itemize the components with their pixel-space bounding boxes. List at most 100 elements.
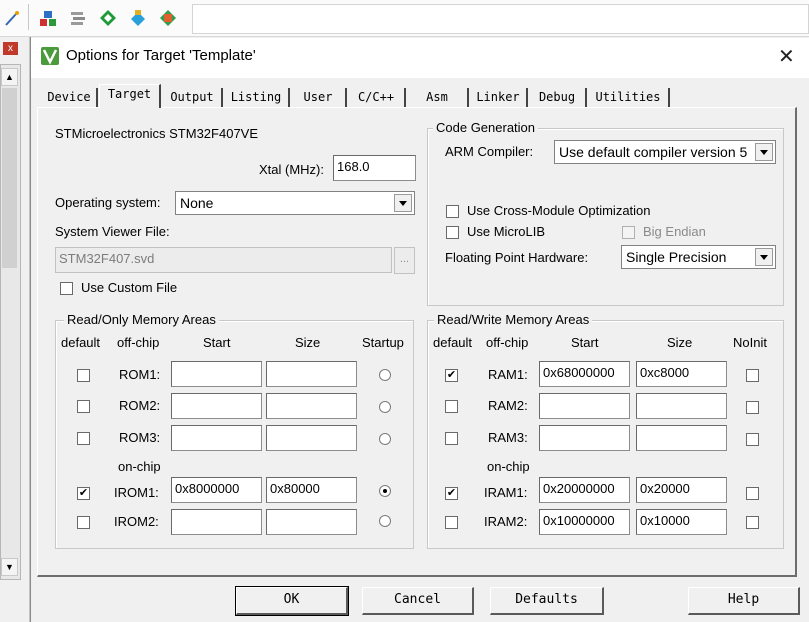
fpu-label: Floating Point Hardware: xyxy=(445,250,589,265)
iram1-start-input[interactable]: 0x20000000 xyxy=(539,477,630,503)
debug-diamond-icon[interactable] xyxy=(128,8,148,28)
irom1-default-checkbox[interactable]: ✔ xyxy=(77,487,90,500)
chevron-down-icon[interactable] xyxy=(755,143,773,161)
build-target-icon[interactable] xyxy=(38,8,58,28)
ram1-start-input[interactable]: 0x68000000 xyxy=(539,361,630,387)
microlib-checkbox[interactable] xyxy=(446,226,459,239)
rom1-default-checkbox[interactable] xyxy=(77,369,90,382)
scroll-down-button[interactable]: ▼ xyxy=(1,558,18,576)
rom1-start-input[interactable] xyxy=(171,361,262,387)
ram2-size-input[interactable] xyxy=(636,393,727,419)
close-icon[interactable]: ✕ xyxy=(778,44,795,69)
rom2-start-input[interactable] xyxy=(171,393,262,419)
rom3-default-checkbox[interactable] xyxy=(77,432,90,445)
toolbar-empty-area xyxy=(192,4,809,34)
ram2-default-checkbox[interactable] xyxy=(445,400,458,413)
ram3-label: RAM3: xyxy=(488,430,528,445)
svd-browse-button: ... xyxy=(394,247,415,274)
irom2-start-input[interactable] xyxy=(171,509,262,535)
scroll-up-button[interactable]: ▲ xyxy=(1,68,18,86)
code-generation-legend: Code Generation xyxy=(433,120,539,135)
rom2-startup-radio[interactable] xyxy=(379,401,391,413)
rom3-startup-radio[interactable] xyxy=(379,433,391,445)
rw-header-start: Start xyxy=(571,335,599,350)
cancel-button[interactable]: Cancel xyxy=(362,587,474,615)
ram2-start-input[interactable] xyxy=(539,393,630,419)
ram1-size-input[interactable]: 0xc8000 xyxy=(636,361,727,387)
rom3-label: ROM3: xyxy=(119,430,161,445)
rw-header-default: default xyxy=(433,335,473,350)
iram1-noinit-checkbox[interactable] xyxy=(746,487,759,500)
pack-installer-icon[interactable] xyxy=(158,8,178,28)
xtal-input[interactable]: 168.0 xyxy=(333,155,416,181)
scrollbar-thumb[interactable] xyxy=(2,88,17,268)
irom1-startup-radio[interactable] xyxy=(379,485,391,497)
tab-asm[interactable]: Asm xyxy=(407,88,469,108)
svd-label: System Viewer File: xyxy=(55,224,170,239)
cross-module-label: Use Cross-Module Optimization xyxy=(467,203,651,218)
ro-header-offchip: off-chip xyxy=(117,335,160,350)
rom2-label: ROM2: xyxy=(119,398,161,413)
help-button[interactable]: Help xyxy=(688,587,800,615)
rom1-startup-radio[interactable] xyxy=(379,369,391,381)
rom3-size-input[interactable] xyxy=(266,425,357,451)
irom2-startup-radio[interactable] xyxy=(379,515,391,527)
compiler-label: ARM Compiler: xyxy=(445,144,534,159)
iram2-noinit-checkbox[interactable] xyxy=(746,516,759,529)
layers-icon[interactable] xyxy=(68,8,88,28)
chevron-down-icon[interactable] xyxy=(394,194,412,212)
irom1-start-input[interactable]: 0x8000000 xyxy=(171,477,262,503)
ram1-default-checkbox[interactable]: ✔ xyxy=(445,369,458,382)
iram1-size-input[interactable]: 0x20000 xyxy=(636,477,727,503)
irom2-size-input[interactable] xyxy=(266,509,357,535)
big-endian-label: Big Endian xyxy=(643,224,706,239)
ram3-default-checkbox[interactable] xyxy=(445,432,458,445)
close-icon[interactable]: x xyxy=(3,42,18,55)
rom2-default-checkbox[interactable] xyxy=(77,400,90,413)
toolbar-separator xyxy=(28,4,29,30)
tab-listing[interactable]: Listing xyxy=(224,88,290,108)
compiler-select[interactable]: Use default compiler version 5 xyxy=(554,140,776,164)
big-endian-checkbox xyxy=(622,226,635,239)
svd-input: STM32F407.svd xyxy=(55,247,392,273)
os-select[interactable]: None xyxy=(175,191,415,215)
tab-device[interactable]: Device xyxy=(42,88,98,108)
iram1-default-checkbox[interactable]: ✔ xyxy=(445,487,458,500)
diamond-icon[interactable] xyxy=(98,8,118,28)
microlib-label: Use MicroLIB xyxy=(467,224,546,239)
ram3-noinit-checkbox[interactable] xyxy=(746,433,759,446)
ro-header-default: default xyxy=(61,335,101,350)
tab-output[interactable]: Output xyxy=(163,88,223,108)
ram3-size-input[interactable] xyxy=(636,425,727,451)
fpu-select[interactable]: Single Precision xyxy=(621,245,776,269)
irom2-default-checkbox[interactable] xyxy=(77,516,90,529)
tab-target[interactable]: Target xyxy=(99,84,161,108)
iram2-size-input[interactable]: 0x10000 xyxy=(636,509,727,535)
ram3-start-input[interactable] xyxy=(539,425,630,451)
ide-toolbar xyxy=(0,0,809,37)
rw-memory-legend: Read/Write Memory Areas xyxy=(434,312,593,327)
tab-c-cpp[interactable]: C/C++ xyxy=(348,88,406,108)
os-label: Operating system: xyxy=(55,195,161,210)
cross-module-checkbox[interactable] xyxy=(446,205,459,218)
magic-wand-icon[interactable] xyxy=(2,8,22,28)
iram2-default-checkbox[interactable] xyxy=(445,516,458,529)
ram2-noinit-checkbox[interactable] xyxy=(746,401,759,414)
os-value: None xyxy=(180,195,214,211)
defaults-button[interactable]: Defaults xyxy=(490,587,604,615)
ram1-noinit-checkbox[interactable] xyxy=(746,369,759,382)
ro-header-start: Start xyxy=(203,335,231,350)
fpu-value: Single Precision xyxy=(626,249,727,265)
rom1-size-input[interactable] xyxy=(266,361,357,387)
rom2-size-input[interactable] xyxy=(266,393,357,419)
tab-linker[interactable]: Linker xyxy=(470,88,528,108)
chevron-down-icon[interactable] xyxy=(755,248,773,266)
iram2-start-input[interactable]: 0x10000000 xyxy=(539,509,630,535)
rom3-start-input[interactable] xyxy=(171,425,262,451)
tab-debug[interactable]: Debug xyxy=(529,88,587,108)
ok-button[interactable]: OK xyxy=(235,586,349,616)
irom1-size-input[interactable]: 0x80000 xyxy=(266,477,357,503)
custom-file-checkbox[interactable] xyxy=(60,282,73,295)
tab-utilities[interactable]: Utilities xyxy=(588,88,670,108)
tab-user[interactable]: User xyxy=(291,88,347,108)
